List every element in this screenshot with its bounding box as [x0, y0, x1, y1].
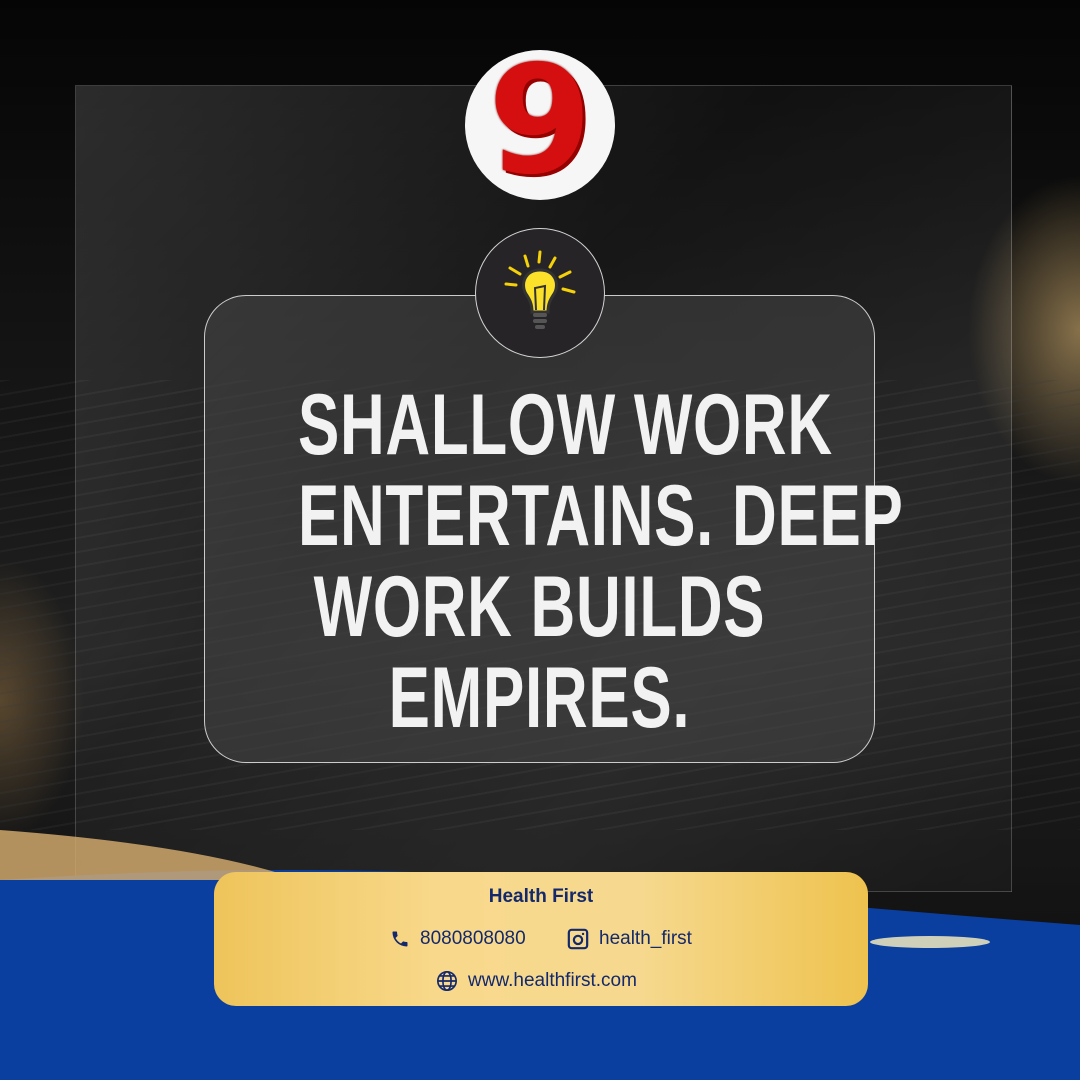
website-url: www.healthfirst.com — [468, 970, 637, 991]
contact-footer: Health First 8080808080 health_first www… — [214, 872, 868, 1006]
phone-icon — [392, 931, 408, 947]
website-contact: www.healthfirst.com — [436, 970, 637, 992]
instagram-icon — [567, 928, 589, 950]
phone-number: 8080808080 — [420, 928, 526, 949]
quote-line: WORK BUILDS — [313, 559, 766, 655]
instagram-handle: health_first — [599, 928, 692, 949]
bulb-badge — [475, 228, 605, 358]
quote-line: ENTERTAINS. DEEP — [297, 468, 904, 564]
brand-name: Health First — [488, 886, 594, 907]
instagram-contact: health_first — [567, 928, 692, 950]
quote-line: SHALLOW WORK — [297, 377, 833, 473]
phone-contact: 8080808080 — [390, 928, 526, 950]
quote-line: EMPIRES. — [388, 650, 691, 746]
quote-text: SHALLOW WORK ENTERTAINS. DEEP WORK BUILD… — [204, 377, 904, 746]
globe-icon — [437, 971, 457, 991]
lightbulb-icon — [504, 250, 576, 329]
